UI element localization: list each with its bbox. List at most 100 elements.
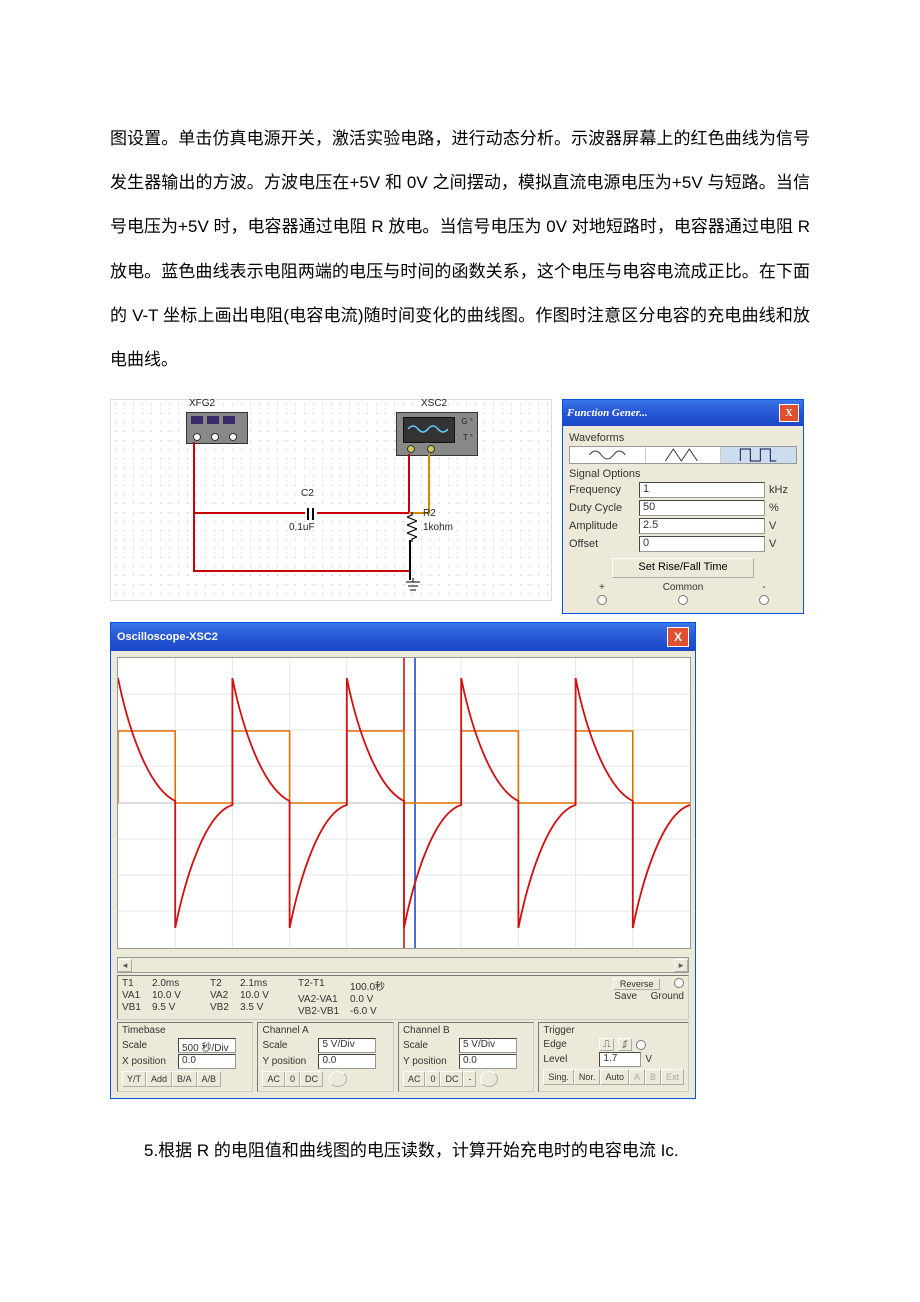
offset-input[interactable]: 0 [639,536,765,552]
ba-button[interactable]: B/A [172,1071,197,1087]
scroll-left-icon[interactable]: ◂ [118,959,132,972]
oscilloscope-component: A B G ° T ° [396,412,478,456]
label-r2: R2 [423,508,436,519]
chb-0-button[interactable]: 0 [425,1071,440,1087]
chb-minus-button[interactable]: - [463,1071,476,1087]
chb-ypos-label: Y position [403,1056,455,1067]
chb-scale-input[interactable]: 5 V/Div [459,1038,517,1053]
amplitude-input[interactable]: 2.5 [639,518,765,534]
terminal-common[interactable]: Common [663,582,704,605]
square-wave-icon[interactable] [721,447,796,463]
function-generator-component [186,412,248,444]
edge-label: Edge [543,1039,595,1050]
frequency-label: Frequency [569,484,639,496]
dvb-value: -6.0 V [350,1006,400,1017]
dva-label: VA2-VA1 [298,994,346,1005]
triangle-wave-icon[interactable] [646,447,722,463]
channel-b-section: Channel B Scale5 V/Div Y position0.0 AC … [398,1022,534,1092]
chb-radio[interactable] [480,1071,498,1087]
edge-rise-icon[interactable]: ⎍ [599,1038,614,1051]
yt-button[interactable]: Y/T [122,1071,146,1087]
level-unit: V [645,1054,652,1065]
terminal-minus[interactable]: - [759,582,769,605]
cha-ypos-label: Y position [262,1056,314,1067]
capacitor-icon [303,508,317,520]
t1-value: 2.0ms [152,978,202,989]
cha-dc-button[interactable]: DC [300,1071,323,1087]
fg-title-text: Function Gener... [567,407,648,419]
close-icon[interactable]: X [667,627,689,647]
reverse-radio[interactable] [674,978,684,988]
scroll-right-icon[interactable]: ▸ [674,959,688,972]
cha-ac-button[interactable]: AC [262,1071,285,1087]
cha-scale-label: Scale [262,1040,314,1051]
save-button[interactable]: Save [614,991,637,1002]
sing-button[interactable]: Sing. [543,1069,574,1085]
reverse-button[interactable]: Reverse [613,978,661,990]
tb-xpos-input[interactable]: 0.0 [178,1054,236,1069]
trig-b-button[interactable]: B [645,1069,661,1085]
tb-scale-input[interactable]: 500 秒/Div [178,1038,236,1053]
va1-label: VA1 [122,990,148,1001]
vb2-label: VB2 [210,1002,236,1013]
chb-title: Channel B [403,1025,529,1036]
tb-scale-label: Scale [122,1040,174,1051]
auto-button[interactable]: Auto [600,1069,629,1085]
waveforms-label: Waveforms [569,432,797,444]
port-b-label: B [425,436,430,445]
dvb-label: VB2-VB1 [298,1006,346,1017]
trig-a-button[interactable]: A [629,1069,645,1085]
value-r2: 1kohm [423,522,453,533]
chb-dc-button[interactable]: DC [440,1071,463,1087]
frequency-unit: kHz [765,484,797,496]
cha-title: Channel A [262,1025,388,1036]
waveform-selector[interactable] [569,446,797,464]
fg-titlebar[interactable]: Function Gener... X [563,400,803,426]
edge-fall-icon[interactable]: ⎎ [618,1038,631,1051]
level-input[interactable]: 1.7 [599,1052,641,1067]
offset-unit: V [765,538,797,550]
frequency-input[interactable]: 1 [639,482,765,498]
dt-value: 100.0秒 [350,978,400,993]
cha-radio[interactable] [329,1071,347,1087]
amplitude-unit: V [765,520,797,532]
duty-input[interactable]: 50 [639,500,765,516]
chb-scale-label: Scale [403,1040,455,1051]
osc-titlebar[interactable]: Oscilloscope-XSC2 X [111,623,695,651]
port-t-label: T ° [463,433,473,442]
edge-radio[interactable] [636,1040,646,1050]
va1-value: 10.0 V [152,990,202,1001]
body-paragraph: 图设置。单击仿真电源开关，激活实验电路，进行动态分析。示波器屏幕上的红色曲线为信… [110,117,810,382]
chb-ypos-input[interactable]: 0.0 [459,1054,517,1069]
add-button[interactable]: Add [146,1071,172,1087]
osc-scrollbar[interactable]: ◂ ▸ [117,957,689,973]
close-icon[interactable]: X [779,404,799,422]
trigger-section: Trigger Edge ⎍ ⎎ Level 1.7 V Sing. Nor. Au… [538,1022,689,1092]
va2-label: VA2 [210,990,236,1001]
vb1-value: 9.5 V [152,1002,202,1013]
tb-xpos-label: X position [122,1056,174,1067]
dva-value: 0.0 V [350,994,400,1005]
label-xsc2: XSC2 [421,398,447,409]
ab-button[interactable]: A/B [197,1071,222,1087]
label-xfg2: XFG2 [189,398,215,409]
cha-ypos-input[interactable]: 0.0 [318,1054,376,1069]
set-rise-fall-button[interactable]: Set Rise/Fall Time [612,558,754,578]
osc-title-text: Oscilloscope-XSC2 [117,631,218,643]
chb-ac-button[interactable]: AC [403,1071,426,1087]
oscilloscope-dialog: Oscilloscope-XSC2 X [110,622,696,1099]
level-label: Level [543,1054,595,1065]
offset-label: Offset [569,538,639,550]
t2-label: T2 [210,978,236,989]
trig-ext-button[interactable]: Ext [661,1069,684,1085]
duty-label: Duty Cycle [569,502,639,514]
cha-0-button[interactable]: 0 [285,1071,300,1087]
sine-wave-icon[interactable] [570,447,646,463]
cha-scale-input[interactable]: 5 V/Div [318,1038,376,1053]
osc-readout: T12.0ms VA110.0 V VB19.5 V T22.1ms VA210… [117,975,689,1020]
dt-label: T2-T1 [298,978,346,993]
nor-button[interactable]: Nor. [574,1069,601,1085]
terminal-plus[interactable]: + [597,582,607,605]
final-line: 5.根据 R 的电阻值和曲线图的电压读数，计算开始充电时的电容电流 Ic. [110,1129,810,1173]
trigger-title: Trigger [543,1025,684,1036]
